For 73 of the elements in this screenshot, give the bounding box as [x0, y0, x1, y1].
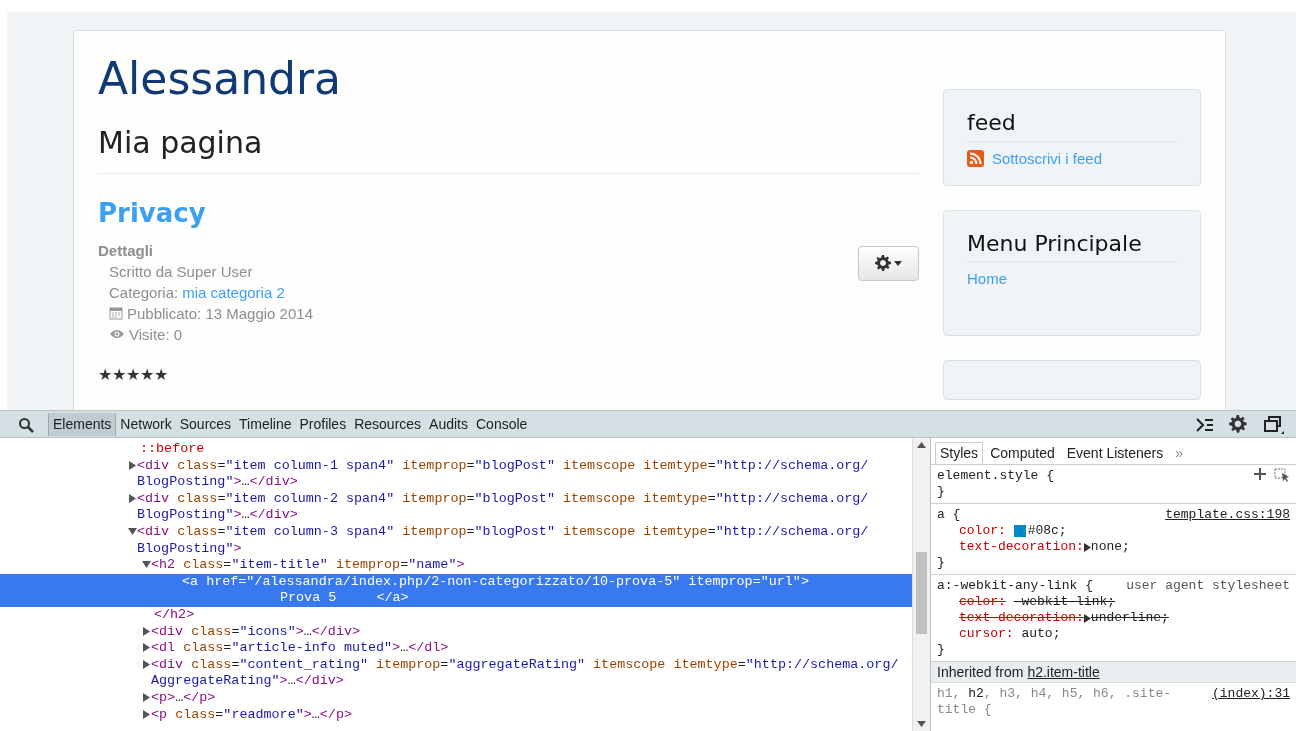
author-text: Scritto da Super User [109, 261, 253, 282]
rule-brace: } [937, 555, 946, 571]
settings-dropdown-button[interactable] [858, 245, 919, 281]
scroll-up-icon [917, 442, 926, 448]
scrollbar[interactable] [912, 438, 930, 731]
css-value: -webkit-link; [1013, 594, 1116, 610]
gear-icon [875, 255, 891, 272]
scroll-down-icon [917, 721, 926, 727]
dom-node-line[interactable]: <div class="icons">…</div> [151, 623, 908, 641]
source-link[interactable]: template.css:198 [1165, 507, 1290, 523]
more-tabs-button[interactable]: » [1170, 442, 1188, 464]
css-property: text-decoration: [959, 610, 1084, 626]
dom-node-line[interactable]: Prova 5 </a> [280, 590, 409, 607]
panel-tab[interactable]: Elements [48, 412, 117, 436]
css-value: auto; [1021, 626, 1061, 642]
dom-node-line[interactable]: <p>…</p> [151, 689, 908, 707]
rss-icon [967, 149, 984, 167]
published-date: Pubblicato: 13 Maggio 2014 [127, 303, 313, 324]
css-value: underline; [1090, 610, 1169, 626]
prompt-icon [1196, 417, 1214, 432]
dom-node-line[interactable]: <div class="item column-3 span4" itemprop="blogPost" itemscope itemtype="http://schema.org/BlogPosting"> [137, 523, 908, 558]
dom-node-line[interactable]: <dl class="article-info muted">…</dl> [151, 640, 908, 657]
dom-node-line[interactable]: <div class="item column-1 span4" itemprop="blogPost" itemscope itemtype="http://schema.org/BlogPosting">…</div> [137, 457, 908, 491]
hits-count: Visite: 0 [129, 324, 183, 345]
css-selector: h1, h2, h3, h4, h5, h6, .site-title { [937, 686, 1173, 718]
pseudo-element-line[interactable]: ::before [140, 441, 205, 458]
module-title: Menu Principale [967, 230, 1177, 263]
window-icon [1264, 415, 1284, 434]
caret-icon [894, 260, 902, 266]
styles-tab[interactable]: Styles [935, 442, 984, 464]
styles-tab[interactable]: Computed [985, 442, 1060, 464]
eye-icon [109, 328, 125, 341]
css-property: color: [959, 594, 1006, 610]
panel-tab[interactable]: Resources [350, 412, 426, 436]
dom-node-line[interactable]: <div class="content_rating" itemprop="aggregateRating" itemscope itemtype="http://schema.org/AggregateRating">…</div> [151, 656, 908, 690]
site-title[interactable]: Alessandra [98, 55, 1201, 104]
css-property: text-decoration: [959, 539, 1084, 555]
calendar-icon [109, 306, 123, 321]
stylesheet-origin: user agent stylesheet [1126, 578, 1290, 594]
settings-icon [1229, 414, 1249, 435]
dom-node-line[interactable]: <h2 class="item-title" itemprop="name"> [151, 557, 908, 574]
css-value: none; [1090, 539, 1130, 555]
color-swatch [1013, 525, 1026, 537]
element-picker-icon [1274, 468, 1290, 482]
css-selector: a:-webkit-any-link { [937, 578, 1094, 594]
rule-brace: } [937, 642, 946, 658]
dom-node-line[interactable]: </h2> [154, 606, 195, 624]
panel-tab[interactable]: Audits [425, 412, 472, 436]
css-property: color: [959, 523, 1006, 539]
rule-brace: } [937, 484, 946, 500]
dom-node-line[interactable]: <p class="readmore">…</p> [151, 706, 908, 724]
panel-tab[interactable]: Profiles [295, 412, 351, 436]
css-value: #08c; [1027, 523, 1067, 539]
panel-tab[interactable]: Sources [175, 412, 236, 436]
css-selector: element.style { [937, 468, 1055, 484]
details-label: Dettagli [98, 240, 154, 261]
star-rating: ★★★★★ [98, 366, 169, 383]
search-icon [18, 416, 34, 433]
page-heading: Mia pagina [98, 125, 919, 175]
category-label: Categoria: [109, 282, 179, 303]
inherited-element-link[interactable]: h2.item-title [1027, 664, 1100, 680]
source-link[interactable]: (index):31 [1212, 686, 1290, 718]
panel-tab[interactable]: Console [472, 412, 532, 436]
inherited-label: Inherited from [937, 664, 1024, 680]
dom-node-line[interactable]: <div class="item column-2 span4" itemprop="blogPost" itemscope itemtype="http://schema.org/BlogPosting">…</div> [137, 490, 908, 524]
panel-tab[interactable]: Network [116, 412, 176, 436]
css-selector: a { [937, 507, 961, 523]
styles-tab[interactable]: Event Listeners [1061, 442, 1169, 464]
scrollbar-thumb[interactable] [916, 552, 927, 634]
plus-icon [1254, 468, 1266, 480]
panel-tab[interactable]: Timeline [235, 412, 296, 436]
css-property: cursor: [959, 626, 1014, 642]
module-title: feed [967, 110, 1177, 142]
